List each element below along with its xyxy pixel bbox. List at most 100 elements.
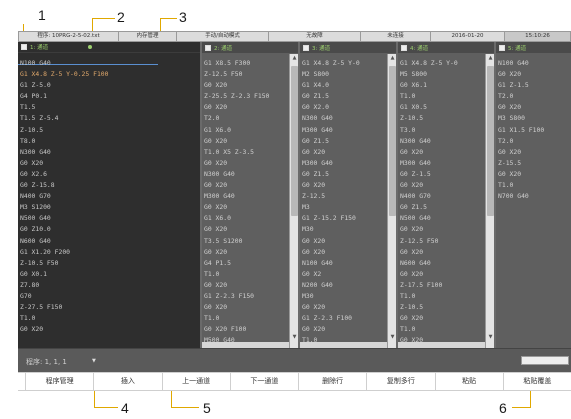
code-line[interactable]: M3 S800	[498, 113, 567, 124]
code-line[interactable]: N400 G70	[20, 191, 190, 202]
code-line[interactable]: N100 G40	[498, 58, 567, 69]
next-channel-button[interactable]: 下一通道	[231, 373, 299, 390]
code-line[interactable]: G0 X20	[20, 324, 190, 335]
code-line[interactable]: G1 X6.0	[204, 125, 288, 136]
code-line[interactable]: G1 X4.8 Z-5 Y-0.25 F100	[20, 69, 190, 80]
code-line[interactable]: G0 X20	[204, 80, 288, 91]
code-line[interactable]: T1.0 X5 Z-3.5	[204, 147, 288, 158]
code-line[interactable]: G0 X20	[302, 236, 386, 247]
code-line[interactable]: G0 X20	[498, 147, 567, 158]
code-line[interactable]: N600 G40	[20, 236, 190, 247]
prev-channel-button[interactable]: 上一通道	[163, 373, 231, 390]
code-line[interactable]: M2 S800	[302, 69, 386, 80]
code-line[interactable]: T1.0	[302, 335, 386, 342]
code-line[interactable]: G0 X2.6	[20, 169, 190, 180]
code-line[interactable]: G0 Z1.5	[302, 169, 386, 180]
code-line[interactable]: G0 X20	[302, 180, 386, 191]
code-line[interactable]: Z-12.5	[302, 191, 386, 202]
copy-lines-button[interactable]: 复制多行	[367, 373, 436, 390]
code-line[interactable]: Z-12.5 F50	[204, 69, 288, 80]
code-line[interactable]: G0 X20	[400, 313, 484, 324]
channel-3-checkbox[interactable]	[303, 44, 309, 51]
code-line[interactable]: G1 X4.8 Z-5 Y-0	[400, 58, 484, 69]
paste-button[interactable]: 粘贴	[436, 373, 504, 390]
code-line[interactable]: N300 G40	[302, 113, 386, 124]
scroll-thumb[interactable]	[291, 66, 298, 216]
code-line[interactable]: G0 X20	[400, 269, 484, 280]
code-line[interactable]: N300 G40	[204, 169, 288, 180]
code-line[interactable]: T1.0	[498, 180, 567, 191]
code-line[interactable]: G1 Z-15.2 F150	[302, 213, 386, 224]
channel-5-checkbox[interactable]	[499, 44, 505, 51]
code-line[interactable]: M300 G40	[400, 158, 484, 169]
code-line[interactable]: G0 X20	[204, 102, 288, 113]
code-line[interactable]: N200 G40	[302, 280, 386, 291]
code-line[interactable]: G0 Z-1.5	[400, 169, 484, 180]
code-line[interactable]: M300 G40	[204, 191, 288, 202]
code-line[interactable]: M5 S800	[400, 69, 484, 80]
code-line[interactable]: N100 G40	[302, 258, 386, 269]
code-line[interactable]: G0 Z10.0	[20, 224, 190, 235]
code-line[interactable]: G0 X20	[302, 247, 386, 258]
channel-pane-4[interactable]: 4: 通道 G1 X4.8 Z-5 Y-0 M5 S800 G0 X6.1 T1.0 G…	[398, 42, 494, 348]
code-line[interactable]: T1.0	[204, 313, 288, 324]
code-line[interactable]: Z-15.5	[498, 158, 567, 169]
code-line[interactable]: G1 X4.0	[302, 80, 386, 91]
code-line[interactable]: G1 X1.5 F100	[498, 125, 567, 136]
code-line[interactable]: Z-27.5 F150	[20, 302, 190, 313]
code-line[interactable]: G0 X0.1	[20, 269, 190, 280]
code-line[interactable]: T8.0	[20, 136, 190, 147]
code-line[interactable]: T3.0	[400, 125, 484, 136]
code-line[interactable]: G0 X20	[498, 102, 567, 113]
code-line[interactable]: M3 S1200	[20, 202, 190, 213]
code-line[interactable]: G0 X20	[204, 224, 288, 235]
code-line[interactable]: G0 X20	[400, 224, 484, 235]
code-line[interactable]: M30	[302, 291, 386, 302]
code-line[interactable]: N300 G40	[400, 136, 484, 147]
channel-3-code[interactable]: G1 X4.8 Z-5 Y-0 M2 S800 G1 X4.0 G0 Z1.5 G0 X…	[302, 58, 386, 342]
code-line[interactable]: Z-12.5 F50	[400, 236, 484, 247]
code-line[interactable]: G0 X20	[204, 280, 288, 291]
code-line[interactable]: G0 X20	[400, 335, 484, 342]
channel-pane-5[interactable]: 5: 通道 N100 G40 G0 X20 G1 Z-1.5 T2.0 G0 X20 M3…	[496, 42, 571, 348]
code-line[interactable]: N700 G40	[498, 191, 567, 202]
code-line[interactable]: N300 G40	[20, 147, 190, 158]
code-line[interactable]: Z-10.5	[400, 113, 484, 124]
code-line[interactable]: M30	[302, 224, 386, 235]
scroll-up-icon[interactable]: ▲	[389, 55, 396, 62]
channel-5-code[interactable]: N100 G40 G0 X20 G1 Z-1.5 T2.0 G0 X20 M3 S800 G…	[498, 58, 567, 342]
code-line[interactable]: G0 X20	[302, 324, 386, 335]
paste-overwrite-button[interactable]: 粘贴覆盖	[504, 373, 571, 390]
code-line[interactable]: T1.0	[20, 313, 190, 324]
channel-2-code[interactable]: G1 X8.5 F300 Z-12.5 F50 G0 X20 Z-25.5 Z-2.3…	[204, 58, 288, 342]
code-line[interactable]: Z-10.5	[20, 125, 190, 136]
code-line[interactable]: N500 G40	[400, 213, 484, 224]
channel-2-checkbox[interactable]	[205, 44, 211, 51]
code-line[interactable]: G0 X6.1	[400, 80, 484, 91]
insert-button[interactable]: 插入	[94, 373, 163, 390]
code-line[interactable]: G0 X20	[204, 180, 288, 191]
code-line[interactable]: G1 X0.5	[400, 102, 484, 113]
scroll-up-icon[interactable]: ▲	[487, 55, 494, 62]
channel-1-checkbox[interactable]	[21, 44, 27, 50]
code-line[interactable]: G0 X2	[302, 269, 386, 280]
scroll-down-icon[interactable]: ▼	[487, 334, 494, 341]
code-line[interactable]: T2.0	[498, 136, 567, 147]
scroll-up-icon[interactable]: ▲	[291, 55, 298, 62]
code-line[interactable]: T1.0	[400, 291, 484, 302]
code-line[interactable]: Z-10.5	[400, 302, 484, 313]
code-line[interactable]: G0 X20	[204, 202, 288, 213]
code-line[interactable]: Z-25.5 Z-2.3 F150	[204, 91, 288, 102]
code-line[interactable]: T2.0	[204, 113, 288, 124]
channel-4-checkbox[interactable]	[401, 44, 407, 51]
code-line[interactable]: N100 G40	[20, 58, 190, 69]
channel-4-code[interactable]: G1 X4.8 Z-5 Y-0 M5 S800 G0 X6.1 T1.0 G1 X0.5…	[400, 58, 484, 342]
channel-2-scrollbar[interactable]: ▲ ▼	[289, 54, 298, 348]
code-line[interactable]: T1.5	[20, 102, 190, 113]
code-line[interactable]: G0 X20 F100	[204, 324, 288, 335]
scroll-down-icon[interactable]: ▼	[291, 334, 298, 341]
code-line[interactable]: G70	[20, 291, 190, 302]
code-line[interactable]: G4 P1.5	[204, 258, 288, 269]
code-line[interactable]: G1 X1.20 F200	[20, 247, 190, 258]
channel-4-scrollbar[interactable]: ▲ ▼	[485, 54, 494, 348]
